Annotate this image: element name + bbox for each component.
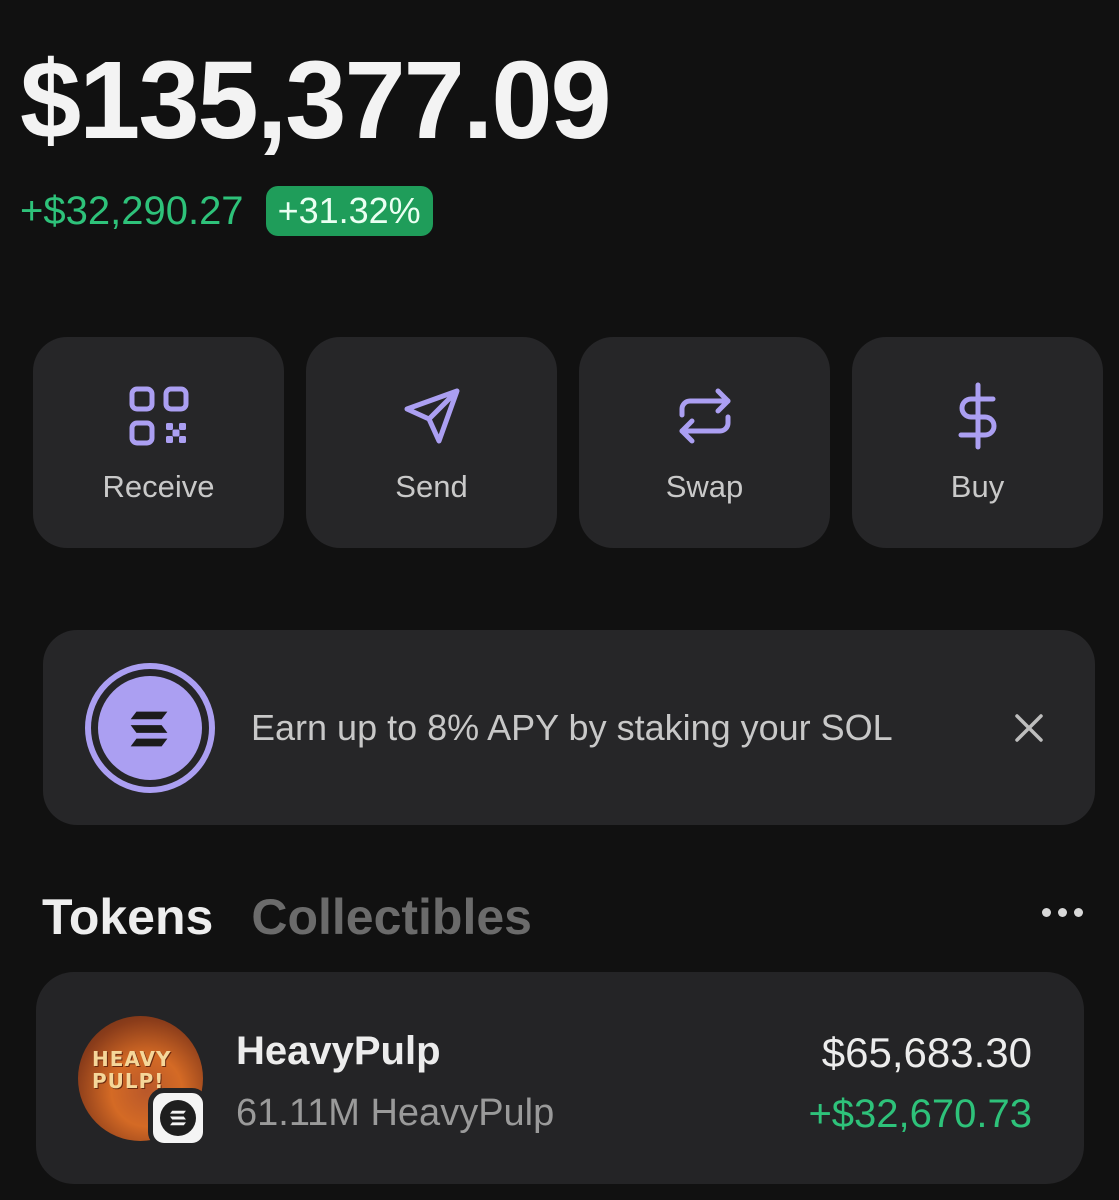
solana-chain-badge-icon <box>148 1088 208 1148</box>
asset-tabs: Tokens Collectibles <box>42 888 532 946</box>
tab-collectibles[interactable]: Collectibles <box>251 888 532 946</box>
close-icon[interactable] <box>1009 708 1049 748</box>
buy-button[interactable]: Buy <box>852 337 1103 548</box>
token-row[interactable]: HEAVY PULP! HeavyPulp 61.11M HeavyPulp $… <box>36 972 1084 1184</box>
tab-tokens[interactable]: Tokens <box>42 888 213 946</box>
balance-change-percent-badge: +31.32% <box>265 186 433 236</box>
token-amount: 61.11M HeavyPulp <box>236 1092 555 1134</box>
swap-button[interactable]: Swap <box>579 337 830 548</box>
more-options-icon[interactable] <box>1042 908 1083 917</box>
balance-change-amount: +$32,290.27 <box>20 188 244 233</box>
solana-icon <box>85 662 215 793</box>
balance-change-row: +$32,290.27 +31.32% <box>20 186 433 236</box>
total-balance: $135,377.09 <box>20 39 612 162</box>
buy-label: Buy <box>950 468 1005 504</box>
token-name: HeavyPulp <box>236 1029 441 1073</box>
action-buttons: Receive Send Swap Buy <box>33 337 1103 548</box>
swap-icon <box>679 388 730 443</box>
dollar-icon <box>958 382 996 449</box>
token-change: +$32,670.73 <box>808 1092 1032 1136</box>
token-value: $65,683.30 <box>821 1029 1032 1076</box>
qr-code-icon <box>129 386 188 445</box>
wallet-home-screen: $135,377.09 +$32,290.27 +31.32% Receive … <box>0 0 1119 1200</box>
receive-label: Receive <box>102 468 215 504</box>
send-button[interactable]: Send <box>306 337 557 548</box>
swap-label: Swap <box>665 468 744 504</box>
token-avatar-logo-text: HEAVY PULP! <box>92 1047 172 1093</box>
staking-banner[interactable]: Earn up to 8% APY by staking your SOL <box>43 630 1095 825</box>
receive-button[interactable]: Receive <box>33 337 284 548</box>
send-label: Send <box>395 468 468 504</box>
staking-banner-text: Earn up to 8% APY by staking your SOL <box>251 706 893 748</box>
send-icon <box>404 388 459 443</box>
